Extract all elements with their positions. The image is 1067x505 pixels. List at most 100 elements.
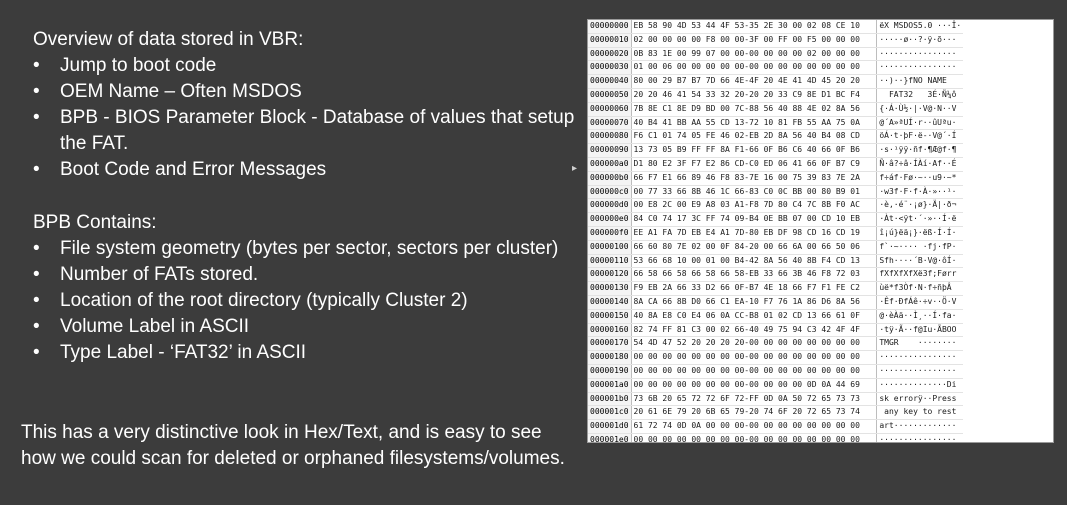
hex-bytes-cell: 00 00 00 00 00 00 00 00-00 00 00 00 0D 0… bbox=[631, 378, 878, 393]
hexdump-row: 00000160 82 74 FF 81 C3 00 02 66-40 49 75… bbox=[588, 323, 964, 338]
hex-ascii-cell: ·Àt·<ÿt·´·»··Í·ë bbox=[876, 212, 964, 227]
hexdump-row: 000000f0 EE A1 FA 7D EB E4 A1 7D-80 EB DF… bbox=[588, 226, 964, 241]
hexdump-panel: 00000000 EB 58 90 4D 53 44 4F 53-35 2E 30… bbox=[587, 19, 1054, 443]
hex-offset-cell: 00000160 bbox=[588, 323, 632, 338]
bullet-text: Type Label - ‘FAT32’ in ASCII bbox=[60, 342, 307, 363]
hexdump-table: 00000000 EB 58 90 4D 53 44 4F 53-35 2E 30… bbox=[588, 20, 964, 442]
hexdump-row: 00000170 54 4D 47 52 20 20 20 20-00 00 00… bbox=[588, 336, 964, 352]
hex-ascii-cell: ················ bbox=[876, 350, 964, 365]
hexdump-row: 00000140 8A CA 66 8B D0 66 C1 EA-10 F7 76… bbox=[588, 295, 964, 310]
hexdump-row: 000001c0 20 61 6E 79 20 6B 65 79-20 74 6F… bbox=[588, 405, 964, 421]
bullet-text: OEM Name – Often MSDOS bbox=[60, 81, 302, 102]
hex-bytes-cell: 66 58 66 58 66 58 66 58-EB 33 66 3B 46 F… bbox=[631, 267, 878, 283]
hex-bytes-cell: 53 66 68 10 00 01 00 B4-42 8A 56 40 8B F… bbox=[631, 254, 878, 269]
hexdump-row: 00000150 40 8A E8 C0 E4 06 0A CC-B8 01 02… bbox=[588, 309, 964, 324]
hexdump-row: 00000100 66 60 80 7E 02 00 0F 84-20 00 66… bbox=[588, 240, 964, 255]
hex-ascii-cell: FAT32 3É·Ñ¼ô bbox=[876, 88, 964, 103]
hex-bytes-cell: F9 EB 2A 66 33 D2 66 0F-B7 4E 18 66 F7 F… bbox=[631, 281, 878, 296]
hex-offset-cell: 00000140 bbox=[588, 295, 632, 310]
hexdump-row: 00000020 0B 83 1E 00 99 07 00 00-00 00 00… bbox=[588, 47, 964, 62]
hexdump-row: 00000070 40 B4 41 BB AA 55 CD 13-72 10 81… bbox=[588, 116, 964, 131]
hex-offset-cell: 000000f0 bbox=[588, 226, 632, 241]
hex-offset-cell: 00000030 bbox=[588, 60, 632, 76]
bullet-text: Boot Code and Error Messages bbox=[60, 159, 327, 180]
hex-bytes-cell: 00 77 33 66 8B 46 1C 66-83 C0 0C BB 00 8… bbox=[631, 185, 878, 200]
hex-ascii-cell: ··············Di bbox=[876, 378, 964, 393]
hex-offset-cell: 000001c0 bbox=[588, 405, 632, 421]
hex-offset-cell: 00000170 bbox=[588, 336, 632, 352]
hex-offset-cell: 00000080 bbox=[588, 129, 632, 145]
hex-bytes-cell: 7B 8E C1 8E D9 BD 00 7C-88 56 40 88 4E 0… bbox=[631, 102, 878, 117]
hex-offset-cell: 00000110 bbox=[588, 254, 632, 269]
hex-bytes-cell: 01 00 06 00 00 00 00 00-00 00 00 00 00 0… bbox=[631, 60, 878, 76]
hex-bytes-cell: 66 F7 E1 66 89 46 F8 83-7E 16 00 75 39 8… bbox=[631, 171, 878, 186]
bullet-item: • BPB - BIOS Parameter Block - Database o… bbox=[33, 105, 578, 157]
vbr-overview-list: • Jump to boot code • OEM Name – Often MSDO… bbox=[33, 53, 578, 183]
hexdump-row: 000000d0 00 E8 2C 00 E9 A8 03 A1-F8 7D 80… bbox=[588, 198, 964, 214]
hex-offset-cell: 000001e0 bbox=[588, 433, 632, 442]
hexdump-row: 00000190 00 00 00 00 00 00 00 00-00 00 00… bbox=[588, 364, 964, 379]
hex-ascii-cell: {·Á·Ù½·|·V@·N··V bbox=[876, 102, 964, 117]
hex-bytes-cell: 80 00 29 B7 B7 7D 66 4E-4F 20 4E 41 4D 4… bbox=[631, 74, 878, 89]
hex-ascii-cell: ·Êf·ÐfÁê·÷v··Ö·V bbox=[876, 295, 964, 310]
bullet-icon: • bbox=[33, 107, 40, 128]
hexdump-row: 00000180 00 00 00 00 00 00 00 00-00 00 00… bbox=[588, 350, 964, 365]
bullet-text: BPB - BIOS Parameter Block - Database of… bbox=[60, 107, 575, 154]
hex-ascii-cell: @´A»ªUÍ·r··ûUªu· bbox=[876, 116, 964, 131]
hex-ascii-cell: ·s·¹ÿÿ·ñf·¶Æ@f·¶ bbox=[876, 143, 964, 158]
hex-offset-cell: 00000060 bbox=[588, 102, 632, 117]
hex-ascii-cell: any key to rest bbox=[876, 405, 964, 421]
hex-ascii-cell: ëX MSDOS5.0 ···Î· bbox=[876, 20, 964, 34]
hex-offset-cell: 00000090 bbox=[588, 143, 632, 158]
slide-text-block: Overview of data stored in VBR: • Jump to… bbox=[33, 27, 578, 366]
hex-ascii-cell: art············· bbox=[876, 419, 964, 434]
bpb-contains-list: • File system geometry (bytes per sector,… bbox=[33, 236, 578, 366]
hex-bytes-cell: 20 61 6E 79 20 6B 65 79-20 74 6F 20 72 6… bbox=[631, 405, 878, 421]
bullet-icon: • bbox=[33, 290, 40, 311]
hex-offset-cell: 00000000 bbox=[588, 20, 632, 34]
hexdump-row: 00000090 13 73 05 B9 FF FF 8A F1-66 0F B6… bbox=[588, 143, 964, 158]
hexdump-row: 00000120 66 58 66 58 66 58 66 58-EB 33 66… bbox=[588, 267, 964, 283]
hex-ascii-cell: î¡ú}ëä¡}·ëß·Í·Í· bbox=[876, 226, 964, 241]
hex-ascii-cell: ·····ø··?·ÿ·õ··· bbox=[876, 33, 964, 48]
hex-bytes-cell: 00 00 00 00 00 00 00 00-00 00 00 00 00 0… bbox=[631, 364, 878, 379]
hex-offset-cell: 000000d0 bbox=[588, 198, 632, 214]
hex-bytes-cell: F6 C1 01 74 05 FE 46 02-EB 2D 8A 56 40 B… bbox=[631, 129, 878, 145]
hexdump-row: 000001b0 73 6B 20 65 72 72 6F 72-FF 0D 0A… bbox=[588, 392, 964, 407]
hex-ascii-cell: f`·~···· ·fj·fP· bbox=[876, 240, 964, 255]
hex-bytes-cell: 66 60 80 7E 02 00 0F 84-20 00 66 6A 00 6… bbox=[631, 240, 878, 255]
hex-offset-cell: 00000070 bbox=[588, 116, 632, 131]
hexdump-row: 00000030 01 00 06 00 00 00 00 00-00 00 00… bbox=[588, 60, 964, 76]
hex-bytes-cell: 40 B4 41 BB AA 55 CD 13-72 10 81 FB 55 A… bbox=[631, 116, 878, 131]
bullet-icon: • bbox=[33, 81, 40, 102]
bullet-text: Volume Label in ASCII bbox=[60, 316, 250, 337]
hex-bytes-cell: 82 74 FF 81 C3 00 02 66-40 49 75 94 C3 4… bbox=[631, 323, 878, 338]
bullet-icon: • bbox=[33, 238, 40, 259]
bullet-item: • Jump to boot code bbox=[33, 53, 578, 79]
hex-bytes-cell: 00 E8 2C 00 E9 A8 03 A1-F8 7D 80 C4 7C 8… bbox=[631, 198, 878, 214]
hex-bytes-cell: 40 8A E8 C0 E4 06 0A CC-B8 01 02 CD 13 6… bbox=[631, 309, 878, 324]
bullet-text: Number of FATs stored. bbox=[60, 264, 259, 285]
hex-ascii-cell: fXfXfXfXë3f;Førr bbox=[876, 267, 964, 283]
bpb-contains-heading: BPB Contains: bbox=[33, 212, 157, 233]
hex-bytes-cell: 54 4D 47 52 20 20 20 20-00 00 00 00 00 0… bbox=[631, 336, 878, 352]
hex-bytes-cell: 00 00 00 00 00 00 00 00-00 00 00 00 00 0… bbox=[631, 433, 878, 442]
hexdump-row: 00000110 53 66 68 10 00 01 00 B4-42 8A 56… bbox=[588, 254, 964, 269]
bullet-icon: • bbox=[33, 316, 40, 337]
hex-ascii-cell: ·è,·é¨·¡ø}·Ä|·ð¬ bbox=[876, 198, 964, 214]
bullet-text: Location of the root directory (typicall… bbox=[60, 290, 468, 311]
hexdump-row: 00000060 7B 8E C1 8E D9 BD 00 7C-88 56 40… bbox=[588, 102, 964, 117]
bullet-text: Jump to boot code bbox=[60, 55, 217, 76]
summary-paragraph: This has a very distinctive look in Hex/… bbox=[21, 422, 565, 469]
hex-bytes-cell: 8A CA 66 8B D0 66 C1 EA-10 F7 76 1A 86 D… bbox=[631, 295, 878, 310]
hex-ascii-cell: Sfh····´B·V@·ôÍ· bbox=[876, 254, 964, 269]
hex-offset-cell: 00000120 bbox=[588, 267, 632, 283]
hex-ascii-cell: öÁ·t·þF·ë-·V@´·Í bbox=[876, 129, 964, 145]
hex-offset-cell: 000000a0 bbox=[588, 157, 632, 172]
hex-offset-cell: 000000b0 bbox=[588, 171, 632, 186]
hex-ascii-cell: f÷áf·Fø·~··u9·~* bbox=[876, 171, 964, 186]
hex-offset-cell: 00000190 bbox=[588, 364, 632, 379]
hex-offset-cell: 00000130 bbox=[588, 281, 632, 296]
hex-ascii-cell: ùë*f3Òf·N·f÷ñþÂ bbox=[876, 281, 964, 296]
bullet-item: • File system geometry (bytes per sector,… bbox=[33, 236, 578, 262]
